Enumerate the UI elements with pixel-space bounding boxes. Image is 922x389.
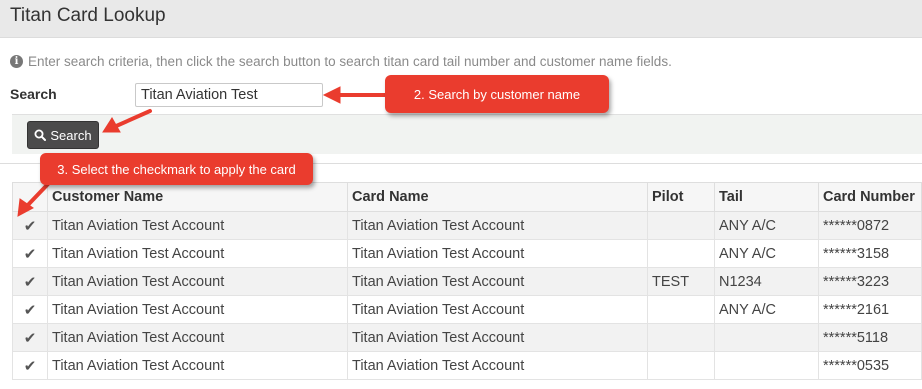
annotation-arrows [17, 86, 387, 217]
arrow-to-search-button [112, 109, 152, 129]
arrow-to-checkmark [24, 182, 50, 209]
callout-select-checkmark: 3. Select the checkmark to apply the car… [40, 153, 313, 185]
arrow-head [322, 86, 341, 104]
callout-search-by-customer: 2. Search by customer name [385, 75, 609, 113]
